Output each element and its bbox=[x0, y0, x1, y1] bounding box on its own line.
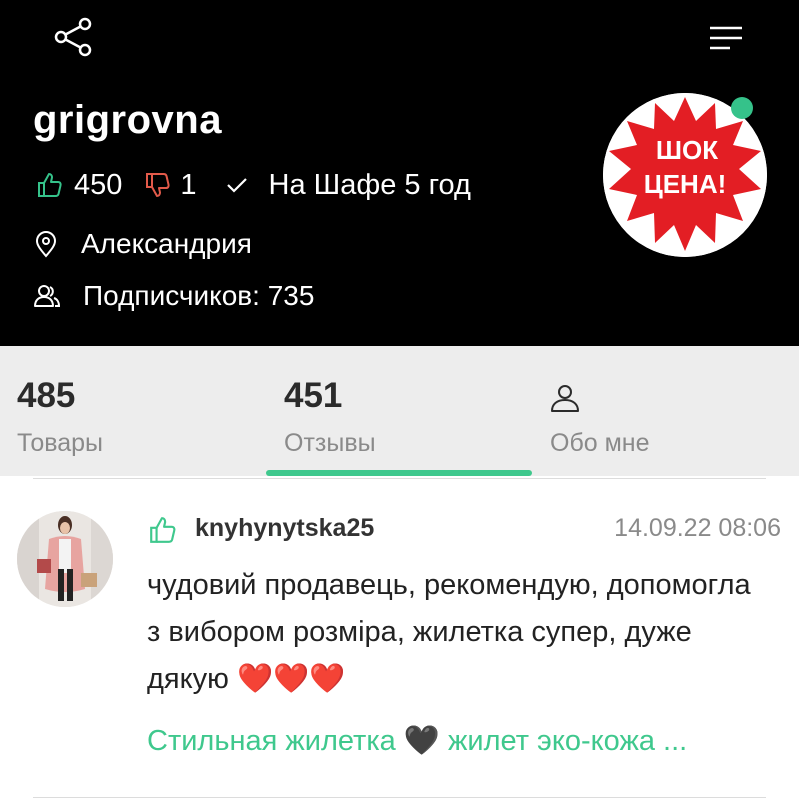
tab-products-label: Товары bbox=[17, 429, 103, 457]
reviewer-avatar[interactable] bbox=[17, 511, 113, 607]
followers-text: Подписчиков: 735 bbox=[83, 280, 315, 311]
tab-about[interactable]: Обо мне bbox=[532, 346, 799, 476]
divider-top bbox=[33, 478, 766, 479]
followers-row[interactable]: Подписчиков: 735 bbox=[33, 280, 314, 312]
divider-bottom bbox=[33, 797, 766, 798]
menu-icon[interactable] bbox=[708, 25, 744, 51]
dislikes-count: 1 bbox=[180, 168, 197, 201]
location-row: Александрия bbox=[33, 228, 252, 260]
review-like-icon bbox=[150, 517, 176, 543]
tab-reviews-count: 451 bbox=[284, 376, 343, 415]
avatar-text-line1: ШОК bbox=[656, 135, 718, 165]
tenure-text: На Шафе 5 год bbox=[268, 168, 471, 201]
user-icon bbox=[551, 385, 579, 412]
thumbs-up-icon bbox=[38, 173, 62, 197]
profile-tabs: 485 Товары 451 Отзывы Обо мне bbox=[0, 346, 799, 476]
likes-count: 450 bbox=[74, 168, 123, 201]
location-pin-icon bbox=[35, 231, 57, 258]
active-tab-indicator bbox=[266, 470, 532, 476]
followers-icon bbox=[34, 285, 61, 307]
profile-stats: 450 1 На Шафе 5 год bbox=[36, 167, 471, 203]
location-text: Александрия bbox=[81, 228, 252, 259]
share-icon[interactable] bbox=[52, 16, 94, 58]
profile-header: grigrovna 450 1 На Шафе 5 год Александри… bbox=[0, 0, 799, 346]
reviewer-name[interactable]: knyhynytska25 bbox=[195, 514, 374, 543]
review-product-link[interactable]: Стильная жилетка 🖤 жилет эко-кожа ... bbox=[147, 724, 687, 758]
tab-reviews[interactable]: 451 Отзывы bbox=[266, 346, 532, 476]
tab-reviews-label: Отзывы bbox=[284, 429, 376, 457]
check-icon bbox=[226, 178, 247, 193]
thumbs-down-icon bbox=[146, 173, 171, 197]
review-date: 14.09.22 08:06 bbox=[614, 514, 781, 542]
profile-username: grigrovna bbox=[33, 98, 222, 142]
avatar-text-line2: ЦЕНА! bbox=[644, 169, 727, 199]
review-text: чудовий продавець, рекомендую, допомогла… bbox=[147, 569, 751, 695]
online-indicator bbox=[731, 97, 753, 119]
tab-about-label: Обо мне bbox=[550, 429, 650, 457]
tab-products-count: 485 bbox=[17, 376, 76, 415]
tab-products[interactable]: 485 Товары bbox=[0, 346, 266, 476]
